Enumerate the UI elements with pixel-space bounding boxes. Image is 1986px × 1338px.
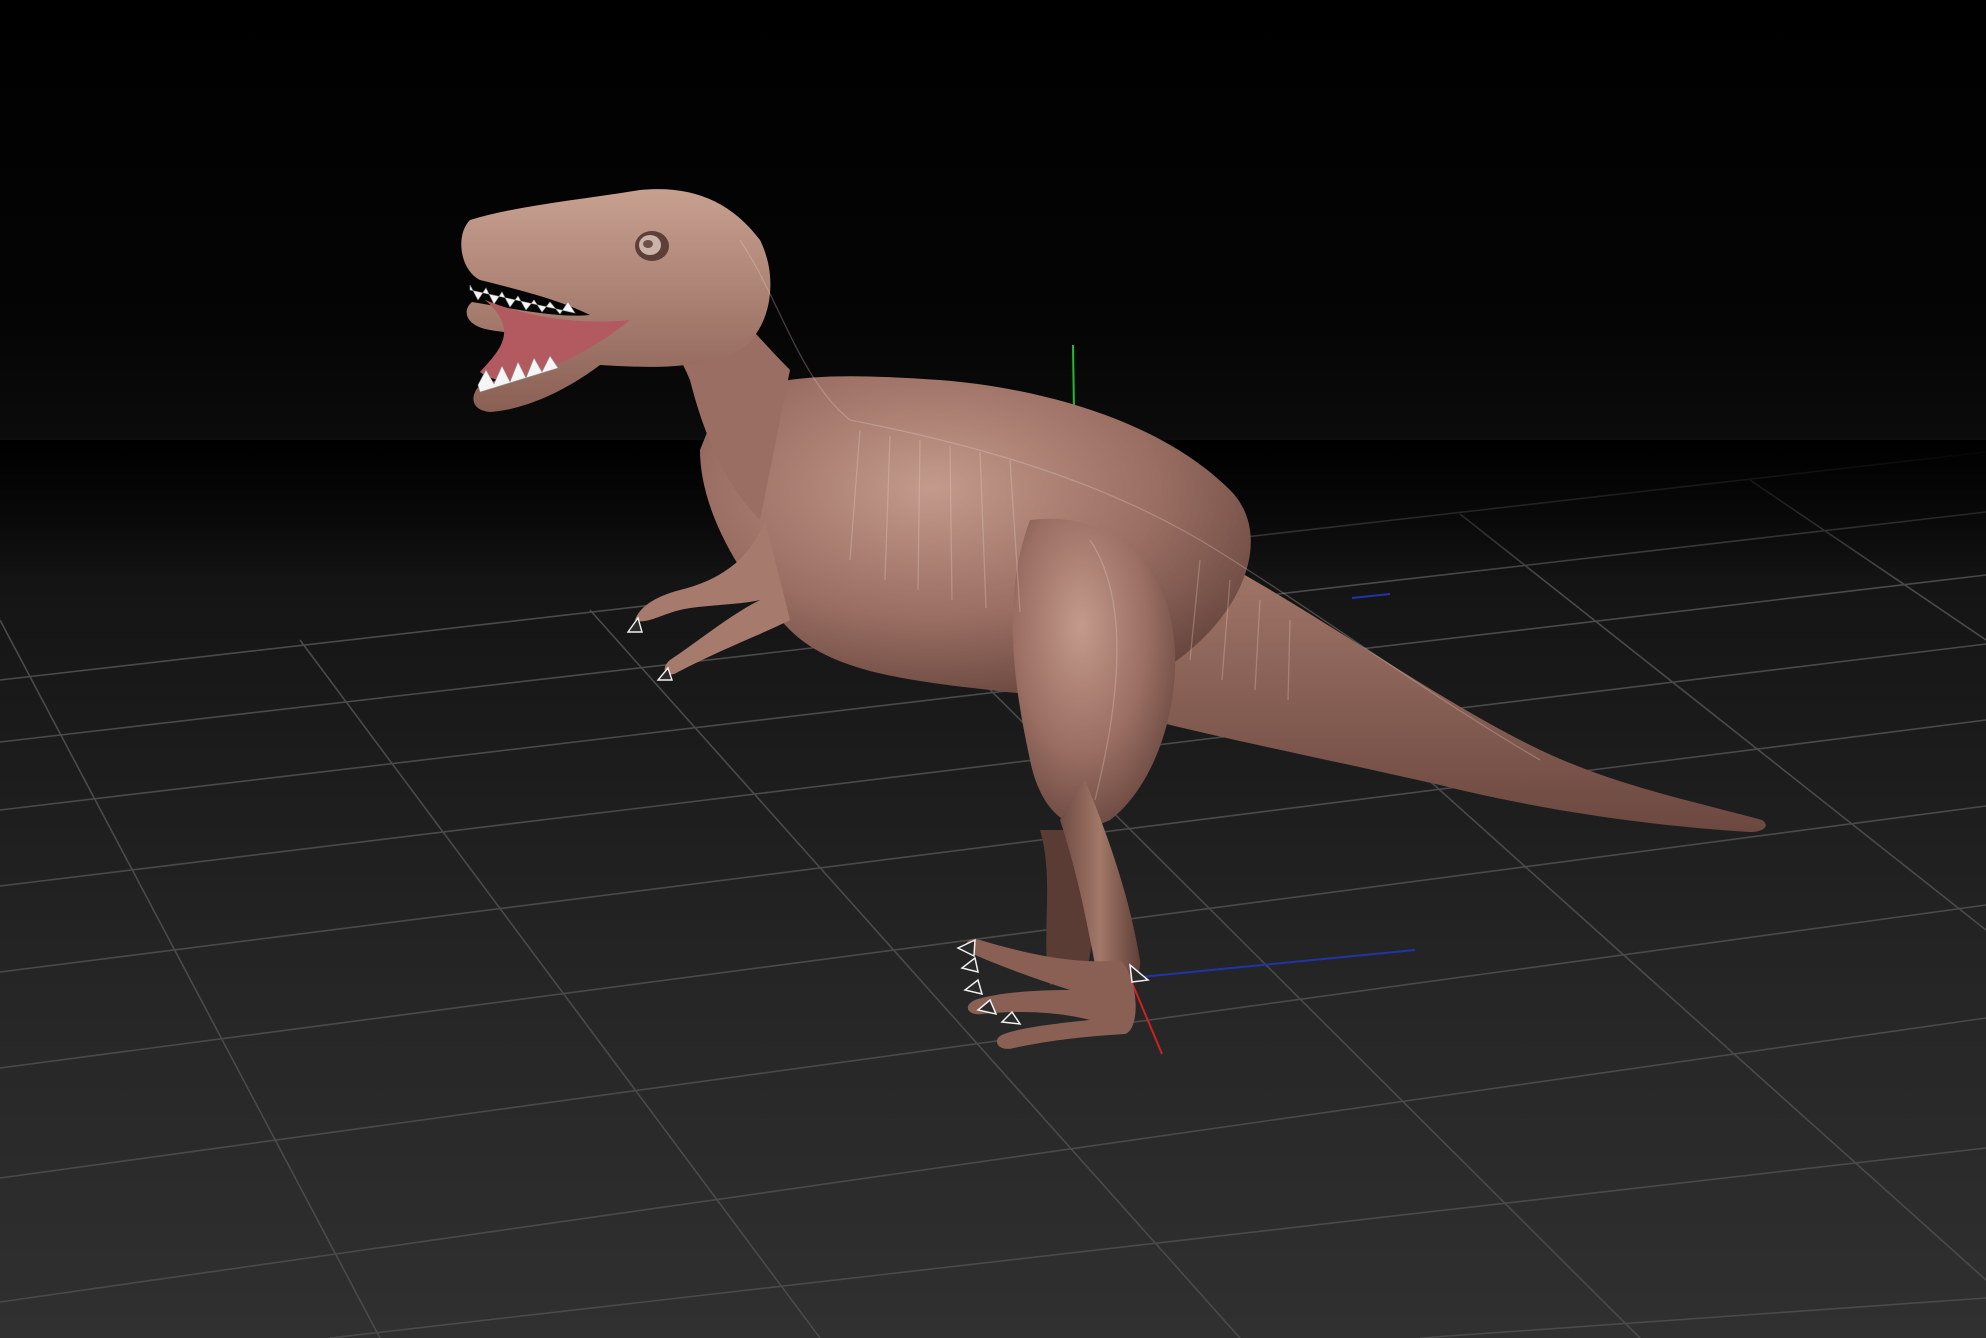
gizmo-z-axis[interactable] — [1129, 949, 1416, 979]
3d-viewport[interactable] — [0, 0, 1986, 1338]
gizmo-y-axis[interactable] — [1072, 344, 1075, 413]
t-rex-model[interactable] — [461, 189, 1766, 1049]
hand-claws — [626, 616, 673, 681]
viewport-scene[interactable] — [0, 0, 1986, 1338]
tail — [1150, 540, 1766, 832]
gizmo-z-axis-back — [1351, 593, 1391, 599]
pupil — [643, 240, 653, 248]
